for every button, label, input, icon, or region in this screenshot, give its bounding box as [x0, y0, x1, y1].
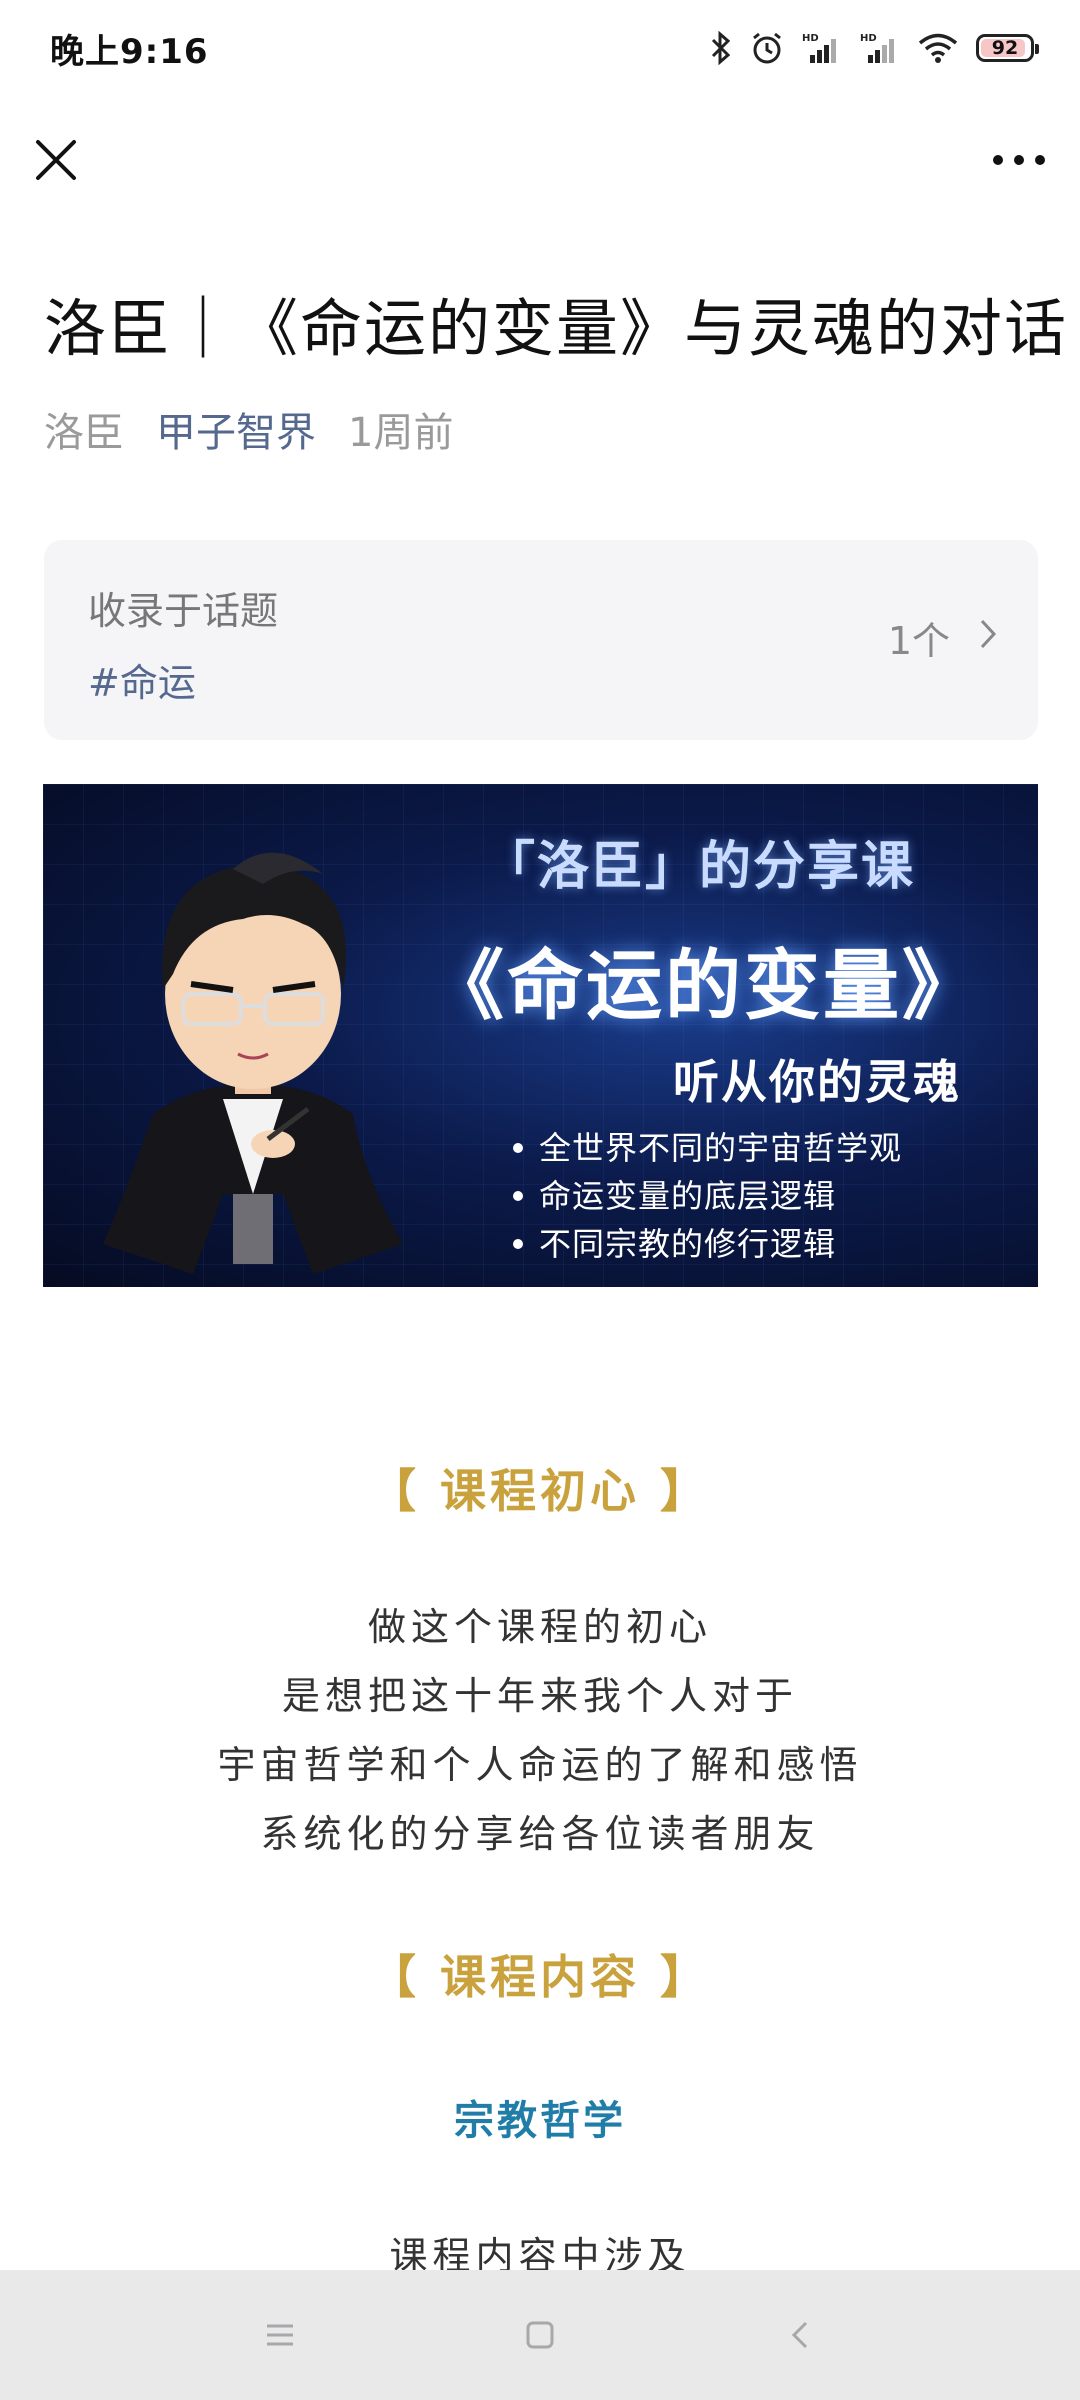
svg-text:HD: HD	[802, 33, 819, 44]
status-bar: 晚上9:16 HD HD 92	[0, 0, 1080, 96]
menu-icon	[267, 2324, 293, 2346]
banner-bullet-item: 命运变量的底层逻辑	[513, 1172, 902, 1220]
menu-button[interactable]	[255, 2310, 305, 2360]
paragraph-line: 系统化的分享给各位读者朋友	[260, 1812, 820, 1856]
section-heading-purpose: 【 课程初心 】	[369, 1464, 711, 1518]
close-icon	[36, 140, 76, 180]
status-time: 晚上9:16	[50, 31, 209, 72]
back-button[interactable]	[775, 2310, 825, 2360]
banner-course-title: 《命运的变量》	[428, 941, 981, 1030]
bullet-dot-icon	[513, 1143, 523, 1153]
topic-tag[interactable]: #命运	[88, 652, 196, 707]
more-button[interactable]	[984, 130, 1054, 190]
chevron-right-icon	[978, 618, 998, 654]
banner-bullet-text: 全世界不同的宇宙哲学观	[539, 1129, 903, 1167]
publish-time: 1周前	[348, 410, 454, 456]
section-heading-content: 【 课程内容 】	[369, 1950, 711, 2004]
paragraph-line: 是想把这十年来我个人对于	[281, 1674, 798, 1718]
account-link[interactable]: 甲子智界	[156, 400, 316, 458]
banner-bullet-text: 命运变量的底层逻辑	[539, 1177, 837, 1215]
banner-bullet-item: 不同宗教的修行逻辑	[513, 1220, 902, 1268]
back-chevron-icon	[791, 2321, 808, 2349]
topic-count: 1个	[887, 619, 950, 663]
wifi-icon	[918, 32, 958, 64]
signal-hd-icon: HD	[802, 31, 842, 65]
banner-bullet-text: 不同宗教的修行逻辑	[539, 1225, 837, 1263]
banner-bullet-item: 全世界不同的宇宙哲学观	[513, 1124, 902, 1172]
alarm-icon	[750, 31, 784, 65]
paragraph-line: 做这个课程的初心	[367, 1605, 712, 1649]
battery-icon: 92	[976, 34, 1039, 62]
author-name: 洛臣	[44, 410, 124, 456]
purpose-paragraph: 做这个课程的初心 是想把这十年来我个人对于 宇宙哲学和个人命运的了解和感悟 系统…	[0, 1593, 1080, 1869]
bullet-dot-icon	[513, 1191, 523, 1201]
top-nav	[0, 110, 1080, 210]
home-button[interactable]	[515, 2310, 565, 2360]
cartoon-character-illustration	[73, 814, 473, 1284]
signal-hd-icon: HD	[860, 31, 900, 65]
svg-text:HD: HD	[860, 33, 877, 44]
topic-card[interactable]: 收录于话题 #命运 1个	[44, 540, 1038, 740]
sub-heading-religion-philosophy: 宗教哲学	[454, 2098, 626, 2144]
course-banner-image[interactable]: 「洛臣」的分享课 《命运的变量》 听从你的灵魂 全世界不同的宇宙哲学观 命运变量…	[43, 784, 1038, 1287]
banner-subtitle: 听从你的灵魂	[673, 1055, 961, 1109]
more-icon	[993, 155, 1045, 165]
article-meta: 洛臣 甲子智界 1周前	[44, 400, 453, 458]
banner-heading: 「洛臣」的分享课	[483, 837, 916, 897]
article-title: 洛臣｜《命运的变量》与灵魂的对话	[44, 292, 1069, 365]
bullet-dot-icon	[513, 1239, 523, 1249]
close-button[interactable]	[26, 130, 86, 190]
system-navigation-bar	[0, 2270, 1080, 2400]
paragraph-line: 宇宙哲学和个人命运的了解和感悟	[217, 1743, 863, 1787]
bluetooth-icon	[710, 31, 732, 65]
status-icons: HD HD 92	[710, 31, 1039, 65]
topic-label: 收录于话题	[88, 589, 279, 633]
banner-bullet-list: 全世界不同的宇宙哲学观 命运变量的底层逻辑 不同宗教的修行逻辑	[513, 1124, 902, 1268]
battery-level-text: 92	[991, 37, 1019, 59]
home-square-icon	[526, 2321, 554, 2349]
